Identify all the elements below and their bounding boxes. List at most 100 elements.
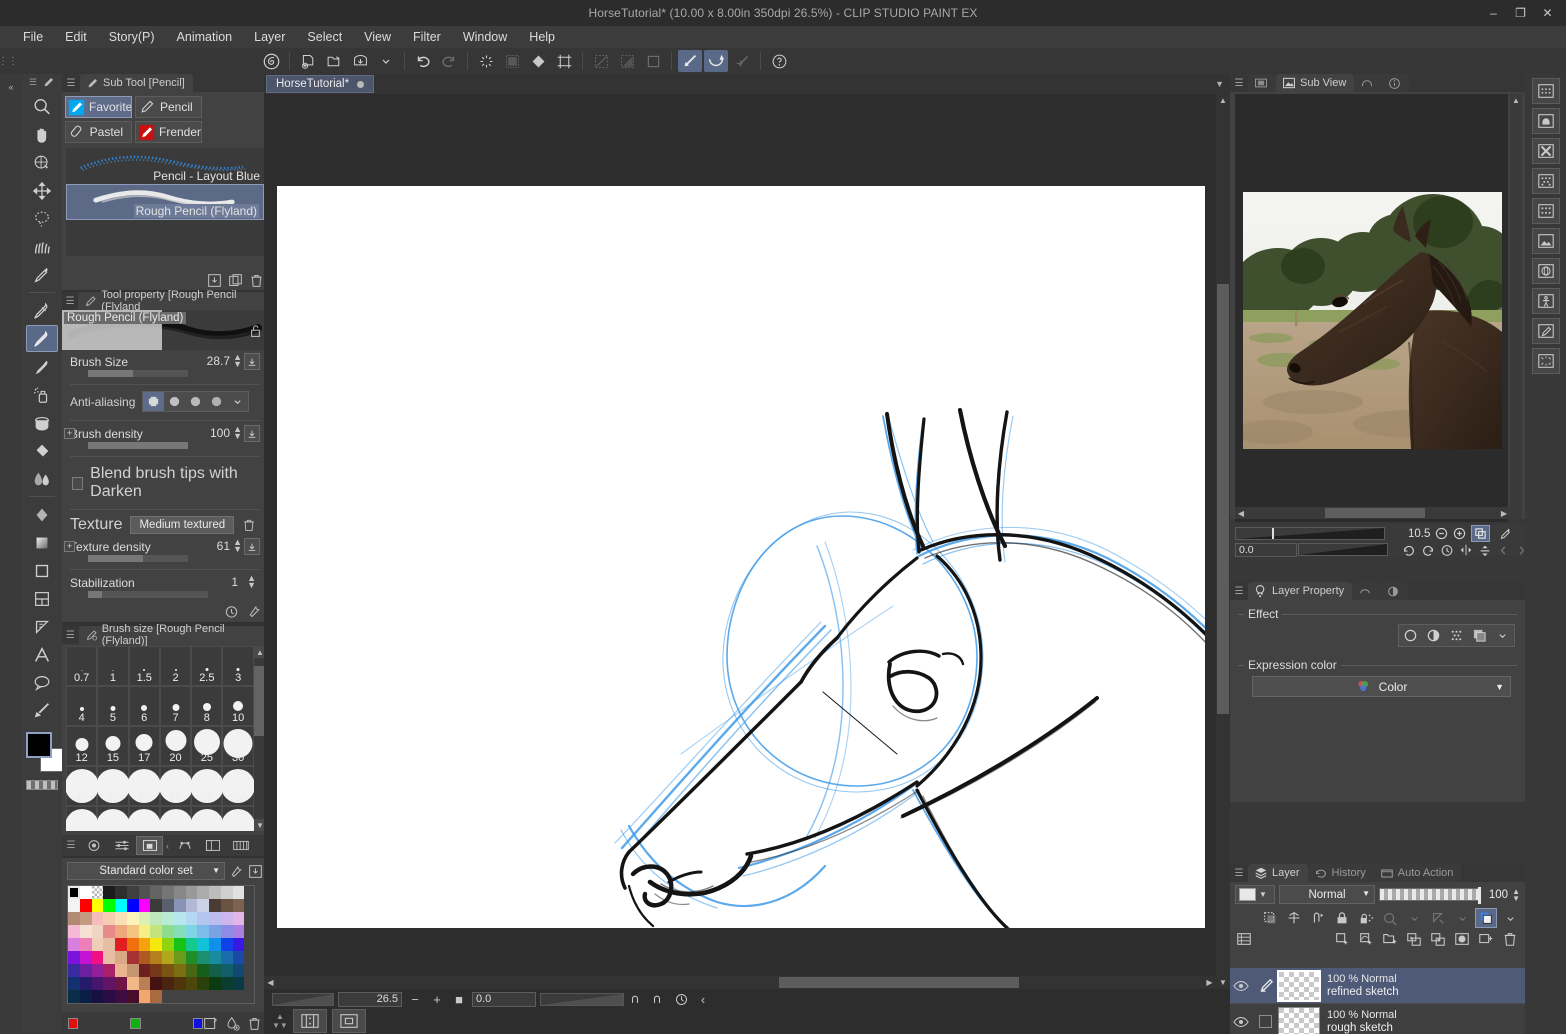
canvas-viewport[interactable] [264, 94, 1216, 989]
sub-view-vertical-scrollbar[interactable]: ▲ [1510, 94, 1522, 519]
material-3d-icon[interactable] [1532, 258, 1560, 284]
rotate-right-icon[interactable] [1421, 543, 1435, 557]
document-tab-horsetutorial[interactable]: HorseTutorial* [266, 75, 374, 93]
color-swatch[interactable] [80, 925, 92, 938]
color-swatch[interactable] [209, 951, 221, 964]
tab-sub-tool[interactable]: Sub Tool [Pencil] [80, 74, 193, 92]
replace-color-icon[interactable] [225, 1016, 240, 1031]
help-icon[interactable] [767, 50, 791, 72]
tab-navigator[interactable] [1354, 74, 1382, 92]
brush-size-grid[interactable]: 0.711.522.534567810121517202530405060708… [66, 646, 254, 831]
zoom-value-field[interactable]: 26.5 [338, 992, 402, 1007]
layer-row[interactable]: 100 % Normalrough sketch [1230, 1004, 1525, 1034]
toolbar-drag-handle[interactable]: ⋮⋮ [0, 48, 16, 74]
brush-size-cell[interactable]: 2.5 [191, 646, 222, 686]
color-swatch[interactable] [197, 951, 209, 964]
opacity-value[interactable]: 100 [1484, 889, 1508, 901]
expression-color-dropdown[interactable]: Color ▼ [1252, 676, 1511, 697]
brush-size-stepper[interactable]: ▲▼ [233, 354, 242, 368]
color-swatch[interactable] [209, 964, 221, 977]
material-color-pattern-icon[interactable] [1532, 198, 1560, 224]
color-swatch[interactable] [150, 938, 162, 951]
brush-size-cell[interactable]: 10 [222, 686, 253, 726]
color-swatch[interactable] [209, 977, 221, 990]
anti-aliasing-option-low[interactable] [164, 392, 185, 411]
close-button[interactable]: ✕ [1541, 7, 1554, 20]
tool-palette-menu-icon[interactable]: ☰ [29, 77, 37, 88]
clip-to-layer-icon[interactable] [1259, 908, 1281, 928]
menu-window[interactable]: Window [452, 28, 518, 46]
tab-history[interactable]: History [1308, 864, 1374, 882]
brush-size-cell[interactable]: 30 [222, 726, 253, 766]
color-swatch[interactable] [186, 951, 198, 964]
brush-size-cell[interactable]: 6 [129, 686, 160, 726]
menu-layer[interactable]: Layer [243, 28, 296, 46]
opacity-stepper[interactable]: ▲▼ [1512, 888, 1520, 902]
scroll-left-icon[interactable]: ◀ [1235, 507, 1247, 519]
scroll-up-icon[interactable]: ▲ [1216, 94, 1230, 107]
color-swatch[interactable] [174, 912, 186, 925]
color-swatch[interactable] [80, 990, 92, 1003]
mask-icon[interactable] [1283, 908, 1305, 928]
collapse-icon[interactable]: ‹ [694, 991, 712, 1007]
sub-view-canvas[interactable] [1235, 94, 1508, 522]
brush-density-value[interactable]: 100 [210, 426, 230, 440]
layer-draw-checkbox-box[interactable] [1259, 1015, 1272, 1028]
color-swatch[interactable] [174, 899, 186, 912]
fill-tool[interactable] [26, 529, 58, 556]
anti-aliasing-option-high[interactable] [206, 392, 227, 411]
color-swatch[interactable] [174, 951, 186, 964]
canvas-vertical-scrollbar[interactable]: ▲ ▼ [1216, 94, 1230, 989]
brush-size-cell[interactable]: 5 [97, 686, 128, 726]
zoom-in-icon[interactable]: + [428, 991, 446, 1007]
tool-property-menu-icon[interactable]: ☰ [62, 292, 78, 310]
color-swatch[interactable] [221, 912, 233, 925]
color-swatch[interactable] [80, 951, 92, 964]
transfer-down-icon[interactable] [1406, 931, 1422, 947]
color-swatch[interactable] [127, 951, 139, 964]
mask-create-icon[interactable] [1454, 931, 1470, 947]
color-swatch[interactable] [80, 899, 92, 912]
zoom-slider[interactable] [272, 993, 334, 1006]
brush-density-stepper[interactable]: ▲▼ [233, 426, 242, 440]
color-swatch[interactable] [92, 964, 104, 977]
color-swatch[interactable] [186, 977, 198, 990]
reference-photo[interactable] [1243, 192, 1502, 449]
color-swatch[interactable] [186, 899, 198, 912]
rotate-right-icon[interactable] [650, 991, 668, 1007]
material-manga-icon[interactable] [1532, 138, 1560, 164]
color-swatch[interactable] [115, 951, 127, 964]
color-swatch[interactable] [92, 990, 104, 1003]
delete-color-icon[interactable] [247, 1016, 262, 1031]
color-swatch[interactable] [150, 899, 162, 912]
color-swatch[interactable] [197, 912, 209, 925]
menu-edit[interactable]: Edit [54, 28, 98, 46]
color-swatch[interactable] [186, 925, 198, 938]
color-swatch[interactable] [162, 977, 174, 990]
color-swatch[interactable] [92, 925, 104, 938]
fit-screen-icon[interactable] [1471, 525, 1490, 542]
color-swatch[interactable] [115, 912, 127, 925]
color-swatch[interactable] [68, 899, 80, 912]
color-swatch[interactable] [139, 925, 151, 938]
tab-auto-action[interactable]: Auto Action [1374, 864, 1462, 882]
scroll-right-icon[interactable]: ▶ [1498, 507, 1510, 519]
reset-rotation-icon[interactable] [672, 991, 690, 1007]
minimize-button[interactable]: – [1487, 7, 1500, 20]
brush-size-cell[interactable] [160, 806, 191, 831]
color-swatch[interactable] [115, 990, 127, 1003]
delete-layer-icon[interactable] [1502, 931, 1518, 947]
duplicate-sub-tool-icon[interactable] [228, 273, 243, 288]
select-mask-icon[interactable] [1379, 908, 1401, 928]
page-nav-arrows[interactable]: ▲ ▼▼ [272, 1012, 288, 1030]
color-swatch[interactable] [174, 964, 186, 977]
color-swatch[interactable] [233, 899, 245, 912]
color-swatch[interactable] [68, 977, 80, 990]
ruler-tool[interactable] [26, 613, 58, 640]
color-swatch[interactable] [92, 951, 104, 964]
color-swatch[interactable] [197, 899, 209, 912]
invert-selection-icon[interactable] [615, 50, 639, 72]
sub-tool-category-frenden[interactable]: Frenden [135, 121, 202, 143]
color-swatch[interactable] [80, 886, 92, 899]
color-swatch[interactable] [115, 925, 127, 938]
